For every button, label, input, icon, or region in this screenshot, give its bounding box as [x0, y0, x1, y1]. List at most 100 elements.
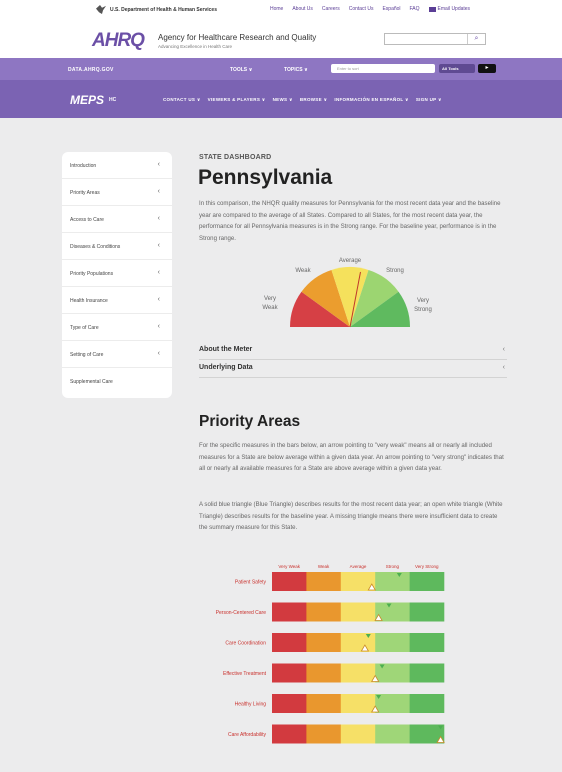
ahrq-logo[interactable]: AHRQ — [92, 30, 145, 52]
accordion-label: Underlying Data — [199, 364, 253, 371]
chevron-left-icon: ‹ — [502, 346, 505, 353]
sidebar-item-label: Introduction — [70, 163, 97, 169]
meps-logo[interactable]: MEPS — [70, 93, 104, 107]
sidebar-item-label: Setting of Care — [70, 352, 104, 358]
accordion-about-meter[interactable]: About the Meter ‹ — [199, 342, 507, 360]
category-label: Person-Centered Care — [216, 610, 267, 616]
nav-contact-us[interactable]: CONTACT US ∨ — [163, 97, 201, 103]
chevron-left-icon: ‹ — [157, 269, 160, 276]
chevron-left-icon: ‹ — [157, 188, 160, 195]
data-ahrq-bar: DATA.AHRQ.GOV TOOLS ∨ TOPICS ∨ Enter to … — [0, 58, 562, 80]
sidebar-item-introduction[interactable]: Introduction ‹ — [62, 152, 172, 179]
agency-name: Agency for Healthcare Research and Quali… — [158, 33, 317, 42]
category-label: Patient Safety — [235, 580, 267, 586]
link-contact-us[interactable]: Contact Us — [349, 6, 374, 12]
scale-label: Very Strong — [415, 564, 439, 569]
gov-links: Home About Us Careers Contact Us Español… — [270, 6, 470, 12]
meps-nav: CONTACT US ∨ VIEWERS & PLAYERS ∨ NEWS ∨ … — [163, 97, 442, 103]
scale-band — [409, 572, 445, 591]
meps-hc-label: HC — [109, 97, 117, 103]
scale-band — [306, 694, 342, 713]
hhs-label: U.S. Department of Health & Human Servic… — [110, 6, 217, 13]
chevron-left-icon: ‹ — [157, 215, 160, 222]
nav-sign-up[interactable]: SIGN UP ∨ — [416, 97, 442, 103]
scale-band — [375, 663, 410, 683]
category-label: Healthy Living — [235, 702, 267, 708]
sidebar-item-label: Priority Populations — [70, 271, 114, 277]
sidebar-item-priority-populations[interactable]: Priority Populations ‹ — [62, 260, 172, 287]
sidebar-item-label: Priority Areas — [70, 190, 100, 196]
sidebar-nav: Introduction ‹ Priority Areas ‹ Access to … — [62, 152, 172, 398]
chevron-left-icon: ‹ — [502, 364, 505, 371]
tools-menu[interactable]: TOOLS ∨ — [230, 67, 253, 73]
scale-band — [340, 724, 376, 744]
scale-band — [340, 694, 376, 713]
link-espanol[interactable]: Español — [382, 6, 400, 12]
go-button[interactable]: ▸ — [478, 64, 496, 73]
tools-search-input[interactable]: Enter to sort — [331, 64, 435, 73]
priority-areas-chart: Very Weak Weak Average Strong Very Strong Pat… — [216, 564, 445, 744]
meter-label-weak: Weak — [295, 268, 311, 274]
chevron-left-icon: ‹ — [157, 242, 160, 249]
page-title: Pennsylvania — [198, 166, 333, 189]
chevron-left-icon: ‹ — [157, 161, 160, 168]
meter-label-very-weak-2: Weak — [262, 305, 278, 311]
sidebar-item-label: Type of Care — [70, 325, 99, 331]
scale-band — [375, 572, 410, 591]
link-home[interactable]: Home — [270, 6, 283, 12]
agency-tagline: Advancing Excellence in Health Care — [158, 44, 233, 49]
sidebar-item-access-to-care[interactable]: Access to Care ‹ — [62, 206, 172, 233]
scale-band — [340, 663, 376, 683]
tools-scope-select[interactable]: All Tools — [439, 64, 475, 73]
performance-meter: Very Weak Weak Average Strong Very Stron… — [262, 258, 432, 328]
category-label: Effective Treatment — [223, 671, 267, 677]
scale-band — [375, 724, 410, 744]
meter-label-very-weak-1: Very — [264, 296, 276, 302]
nav-news[interactable]: NEWS ∨ — [273, 97, 293, 103]
search-icon[interactable]: ⌕ — [467, 34, 485, 44]
scale-band — [340, 633, 376, 652]
nav-browse[interactable]: BROWSE ∨ — [300, 97, 328, 103]
scale-band — [272, 724, 307, 744]
scale-band — [306, 602, 342, 622]
hhs-link[interactable]: U.S. Department of Health & Human Servic… — [96, 5, 217, 14]
link-faq[interactable]: FAQ — [410, 6, 420, 12]
topics-menu[interactable]: TOPICS ∨ — [284, 67, 308, 73]
hhs-eagle-icon — [96, 5, 106, 14]
link-careers[interactable]: Careers — [322, 6, 340, 12]
link-about-us[interactable]: About Us — [292, 6, 313, 12]
priority-areas-title: Priority Areas — [199, 413, 301, 430]
scale-label: Strong — [386, 564, 400, 569]
header-search-input[interactable]: ⌕ — [384, 33, 486, 45]
sidebar-item-priority-areas[interactable]: Priority Areas ‹ — [62, 179, 172, 206]
scale-band — [272, 663, 307, 683]
sidebar-item-setting-of-care[interactable]: Setting of Care ‹ — [62, 341, 172, 368]
nav-viewers-players[interactable]: VIEWERS & PLAYERS ∨ — [208, 97, 266, 103]
meter-label-very-strong-2: Strong — [414, 307, 432, 313]
priority-paragraph-2: A solid blue triangle (Blue Triangle) de… — [199, 501, 503, 531]
scale-label: Very Weak — [278, 564, 300, 569]
scale-label: Weak — [318, 564, 330, 569]
data-ahrq-link[interactable]: DATA.AHRQ.GOV — [68, 67, 114, 73]
meter-label-very-strong-1: Very — [417, 298, 429, 304]
gov-bar: U.S. Department of Health & Human Servic… — [0, 0, 562, 20]
chevron-left-icon: ‹ — [157, 296, 160, 303]
nav-espanol[interactable]: INFORMACIÓN EN ESPAÑOL ∨ — [334, 97, 408, 103]
intro-paragraph: In this comparison, the NHQR quality mea… — [199, 200, 501, 242]
chevron-left-icon: ‹ — [157, 323, 160, 330]
scale-band — [375, 633, 410, 652]
sidebar-item-label: Access to Care — [70, 217, 104, 223]
page: U.S. Department of Health & Human Servic… — [0, 0, 562, 772]
chevron-left-icon: ‹ — [157, 350, 160, 357]
sidebar-item-supplemental-care[interactable]: Supplemental Care — [62, 368, 172, 395]
meter-label-average: Average — [339, 258, 362, 264]
sidebar-item-diseases-conditions[interactable]: Diseases & Conditions ‹ — [62, 233, 172, 260]
scale-band — [409, 663, 445, 683]
scale-band — [306, 633, 342, 652]
meter-label-strong: Strong — [386, 268, 404, 274]
priority-paragraph-1: For the specific measures in the bars be… — [199, 442, 504, 472]
sidebar-item-health-insurance[interactable]: Health Insurance ‹ — [62, 287, 172, 314]
accordion-underlying-data[interactable]: Underlying Data ‹ — [199, 360, 507, 378]
sidebar-item-type-of-care[interactable]: Type of Care ‹ — [62, 314, 172, 341]
email-updates-link[interactable]: Email Updates — [428, 6, 470, 12]
